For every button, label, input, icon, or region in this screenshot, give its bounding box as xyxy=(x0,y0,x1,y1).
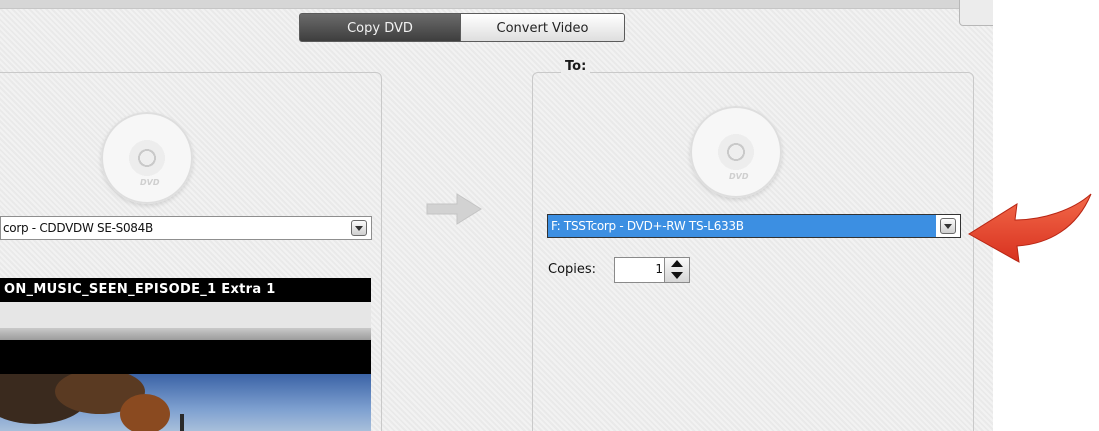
video-title: ON_MUSIC_SEEN_EPISODE_1 Extra 1 xyxy=(4,282,276,297)
dvd-copy-window: Copy DVD Convert Video DVD corp - CDDVDW… xyxy=(0,0,993,431)
video-toolbar xyxy=(0,302,371,328)
dropdown-arrow-icon[interactable] xyxy=(351,220,367,236)
target-drive-select[interactable]: F: TSSTcorp - DVD+-RW TS-L633B xyxy=(547,214,961,238)
stepper-down-icon[interactable] xyxy=(671,272,683,279)
video-frame-image xyxy=(0,374,371,431)
tab-convert-video[interactable]: Convert Video xyxy=(461,13,625,42)
tree-shape xyxy=(120,394,170,431)
pole-shape xyxy=(180,414,184,431)
source-drive-value: corp - CDDVDW SE-S084B xyxy=(3,221,153,235)
video-toolbar-shadow xyxy=(0,328,371,340)
stepper-up-icon[interactable] xyxy=(671,260,683,267)
target-dvd-disc-icon: DVD xyxy=(690,106,782,198)
target-panel-legend: To: xyxy=(561,59,591,74)
mode-tabs: Copy DVD Convert Video xyxy=(299,13,625,42)
annotation-arrow-icon xyxy=(968,193,1092,263)
disc-label: DVD xyxy=(729,172,749,181)
video-preview: ON_MUSIC_SEEN_EPISODE_1 Extra 1 xyxy=(0,278,371,431)
source-drive-select[interactable]: corp - CDDVDW SE-S084B xyxy=(0,216,372,240)
copies-value[interactable]: 1 xyxy=(655,262,663,276)
source-dvd-disc-icon: DVD xyxy=(101,112,193,204)
window-corner-button[interactable] xyxy=(959,0,993,26)
copies-stepper[interactable]: 1 xyxy=(614,257,690,283)
dropdown-arrow-icon[interactable] xyxy=(940,218,956,234)
disc-label: DVD xyxy=(140,178,160,187)
stepper-buttons xyxy=(664,258,689,282)
arrow-right-icon xyxy=(426,193,482,225)
copies-label: Copies: xyxy=(548,262,597,277)
target-drive-value: F: TSSTcorp - DVD+-RW TS-L633B xyxy=(548,215,936,237)
title-bar xyxy=(0,0,993,9)
tab-copy-dvd[interactable]: Copy DVD xyxy=(299,13,461,42)
